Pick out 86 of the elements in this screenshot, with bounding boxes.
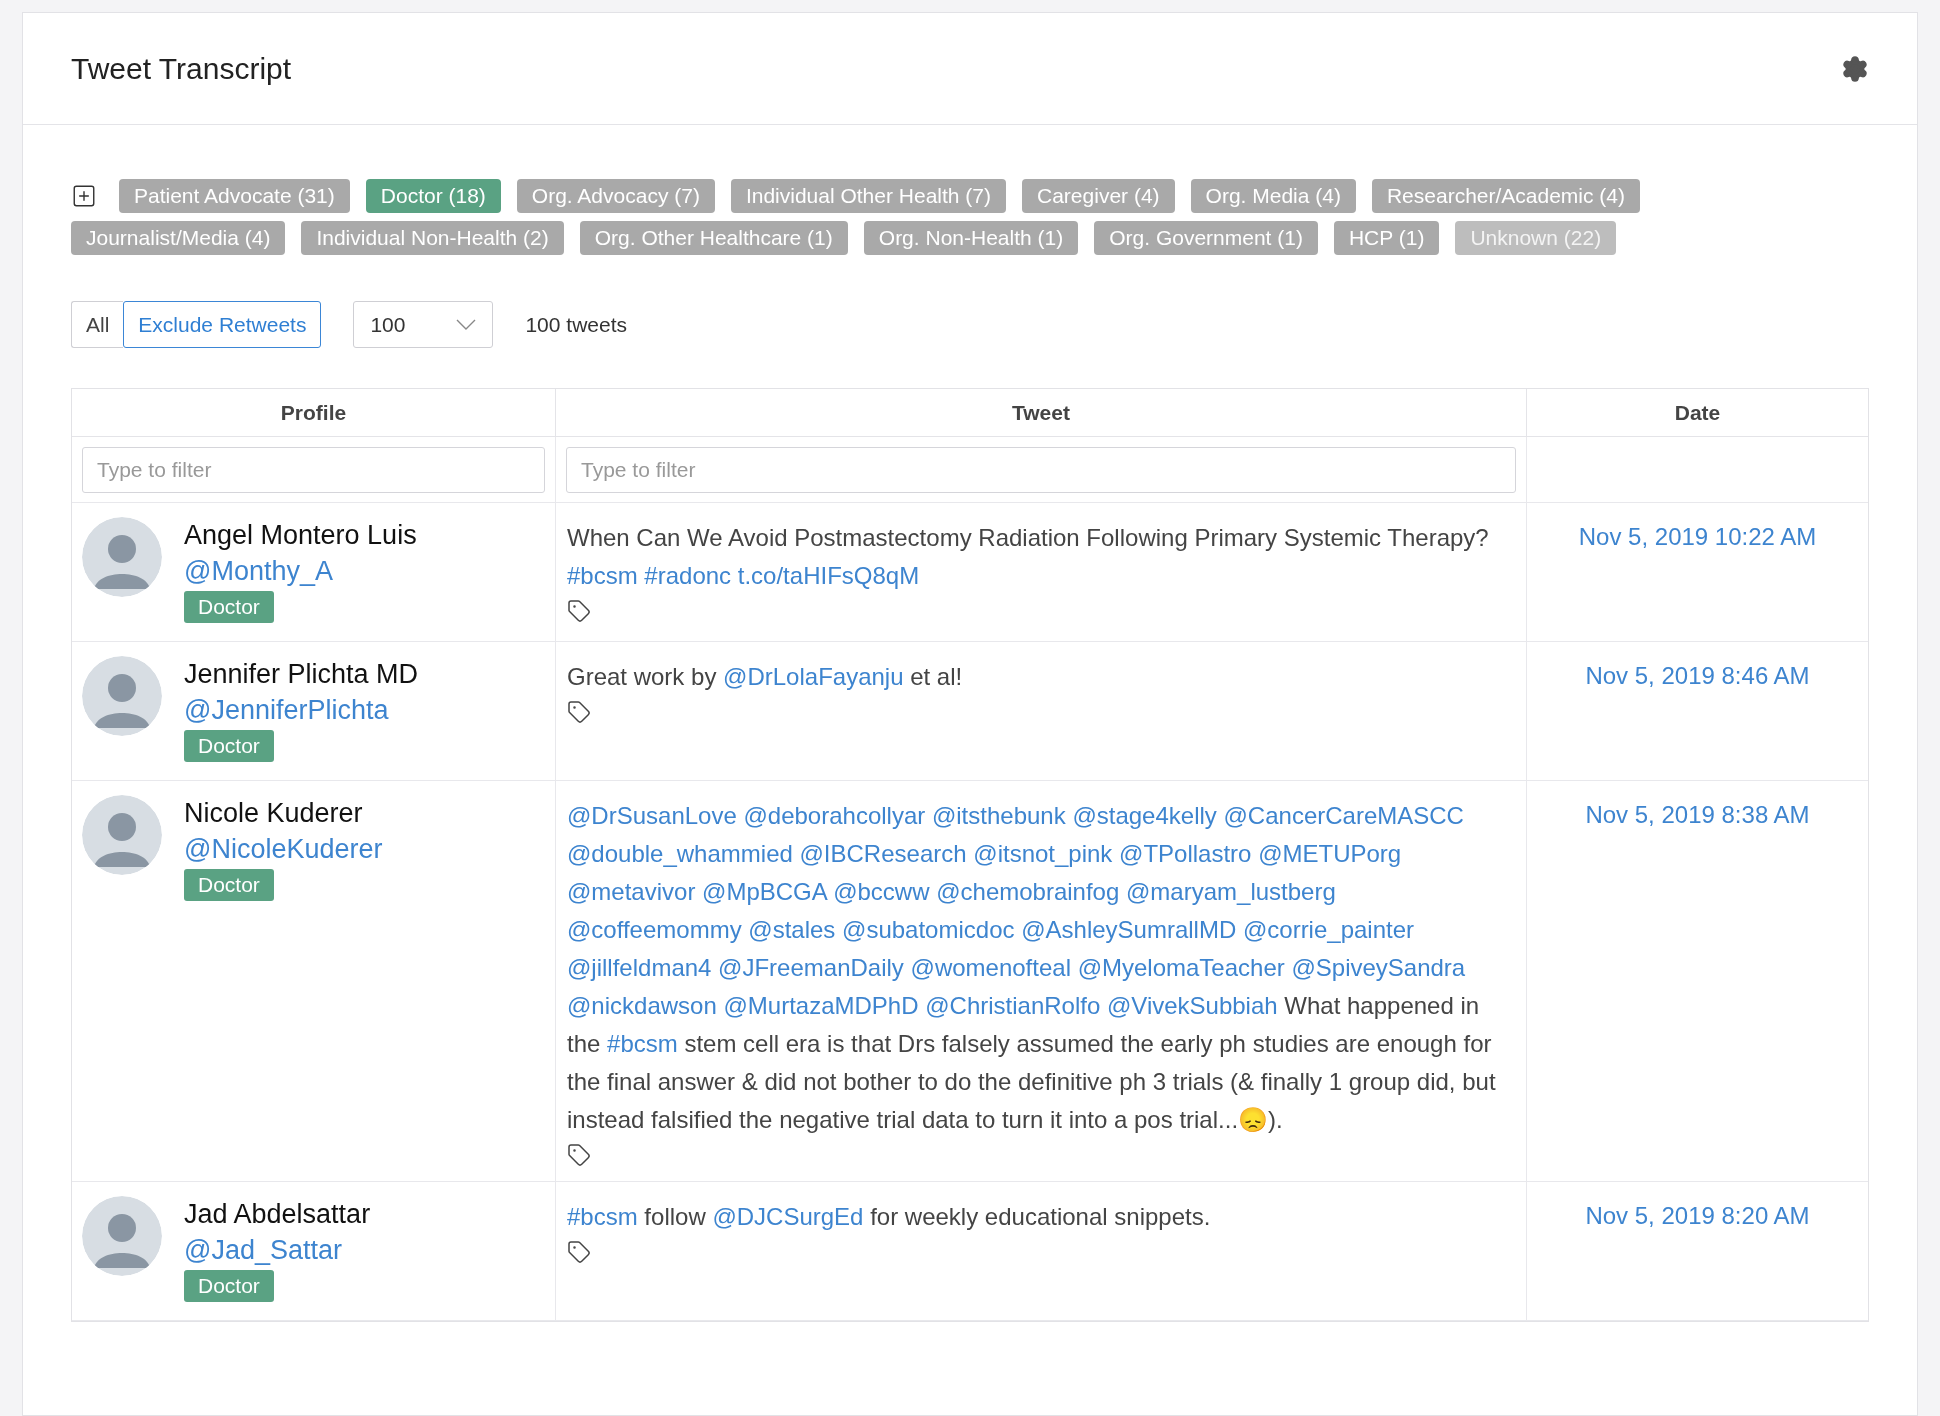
filter-option[interactable]: Exclude Retweets <box>123 301 322 348</box>
tweet-link[interactable]: @CancerCareMASCC <box>1223 802 1464 829</box>
tweet-link[interactable]: @double_whammied <box>567 840 793 867</box>
tweet-link[interactable]: #radonc <box>644 562 732 589</box>
role-tag: Doctor <box>184 869 274 901</box>
tweet-link[interactable]: @subatomicdoc <box>842 916 1015 943</box>
tweet-link[interactable]: @deborahcollyar <box>743 802 926 829</box>
category-tag[interactable]: Individual Other Health (7) <box>730 179 1006 213</box>
tweet-text: Great work by @DrLolaFayanju et al! <box>567 662 964 692</box>
filter-field[interactable]: Type to filter <box>566 446 1516 493</box>
tweet-text: @DrSusanLove @deborahcollyar @itsthebunk @stage4kelly @CancerCareMASCC @double_whammied @IBCResearch @itsnot_pink @TPollastro @METUPorg @metavivor @MpBCGA @bccww @chemobrainfog @maryam_lustberg @coffeemommy @stales @subatomicdoc @AshleySumrallMD @corrie_painter @jillfeldman4 @JFreemanDaily @womenofteal @MyelomaTeacher @SpiveySandra @nickdawson @MurtazaMDPhD @ChristianRolfo @VivekSubbiah What happened in the #bcsm stem cell era is that Drs falsely assumed the early ph studies are enough for the final answer & did not bother to do the definitive ph 3 trials (& finally 1 group did, but instead falsified the negative trial data to turn it into a pos trial...😞). <box>567 801 1497 1135</box>
filter-option[interactable]: All <box>71 301 124 348</box>
tweet-link[interactable]: #bcsm <box>607 1030 678 1057</box>
tweet-link[interactable]: @IBCResearch <box>799 840 967 867</box>
role-tag: Doctor <box>184 591 274 623</box>
tweet-link[interactable]: t.co/taHIFsQ8qM <box>737 562 920 589</box>
column-header[interactable]: Profile <box>72 389 556 436</box>
expand-icon[interactable] <box>71 183 97 209</box>
category-tag[interactable]: Patient Advocate (31) <box>119 179 350 213</box>
tweet-count: 100 tweets <box>525 311 627 338</box>
tweet-link[interactable]: @chemobrainfog <box>936 878 1120 905</box>
column-header[interactable]: Tweet <box>556 389 1527 436</box>
profile-name: Angel Montero Luis <box>184 519 417 552</box>
profile-handle[interactable]: @Monthy_A <box>184 553 333 589</box>
page-size-select[interactable]: 100 <box>353 301 494 348</box>
chevron-down-icon <box>456 319 477 330</box>
tag-icon[interactable] <box>567 599 591 623</box>
tweet-link[interactable]: @DrSusanLove <box>567 802 737 829</box>
tweet-text: When Can We Avoid Postmastectomy Radiation Following Primary Systemic Therapy? #bcsm #radonc t.co/taHIFsQ8qM <box>567 523 1490 591</box>
profile-handle[interactable]: @JenniferPlichta <box>184 692 389 728</box>
tweet-link[interactable]: @itsnot_pink <box>973 840 1113 867</box>
profile-name: Jennifer Plichta MD <box>184 658 419 691</box>
tweet-link[interactable]: @MpBCGA <box>702 878 827 905</box>
category-tag[interactable]: Researcher/Academic (4) <box>1371 179 1641 213</box>
tag-icon[interactable] <box>567 700 591 724</box>
page-title: Tweet Transcript <box>71 51 292 87</box>
category-tag[interactable]: Journalist/Media (4) <box>71 221 286 255</box>
role-tag: Doctor <box>184 1270 274 1302</box>
category-tag[interactable]: Org. Non-Health (1) <box>863 221 1079 255</box>
tweet-link[interactable]: @itsthebunk <box>931 802 1066 829</box>
tweet-date[interactable]: Nov 5, 2019 10:22 AM <box>1578 519 1817 641</box>
column-header[interactable]: Date <box>1527 389 1868 436</box>
tweet-link[interactable]: @jillfeldman4 <box>567 954 712 981</box>
category-tag[interactable]: HCP (1) <box>1333 221 1440 255</box>
tweet-link[interactable]: @coffeemommy <box>567 916 742 943</box>
category-tag[interactable]: Caregiver (4) <box>1022 179 1175 213</box>
tweet-link[interactable]: @womenofteal <box>910 954 1071 981</box>
category-tag[interactable]: Org. Media (4) <box>1190 179 1356 213</box>
tweet-link[interactable]: @DrLolaFayanju <box>723 663 904 690</box>
tweet-date[interactable]: Nov 5, 2019 8:20 AM <box>1585 1198 1810 1320</box>
tweet-link[interactable]: @corrie_painter <box>1242 916 1415 943</box>
tweet-link[interactable]: @stales <box>748 916 836 943</box>
profile-name: Jad Abdelsattar <box>184 1198 371 1231</box>
profile-name: Nicole Kuderer <box>184 797 363 830</box>
tweet-link[interactable]: @ChristianRolfo <box>925 992 1101 1019</box>
tweet-date[interactable]: Nov 5, 2019 8:38 AM <box>1585 797 1810 1181</box>
tweet-link[interactable]: @AshleySumrallMD <box>1021 916 1237 943</box>
tweet-link[interactable]: @metavivor <box>567 878 696 905</box>
profile-handle[interactable]: @NicoleKuderer <box>184 831 383 867</box>
tweet-link[interactable]: @MyelomaTeacher <box>1077 954 1285 981</box>
tweet-link[interactable]: @JFreemanDaily <box>718 954 904 981</box>
tweet-link[interactable]: @TPollastro <box>1119 840 1252 867</box>
category-tag[interactable]: Org. Other Healthcare (1) <box>579 221 848 255</box>
tweet-link[interactable]: @DJCSurgEd <box>712 1203 864 1230</box>
category-tag[interactable]: Org. Advocacy (7) <box>516 179 715 213</box>
category-tag[interactable]: Org. Government (1) <box>1094 221 1318 255</box>
tweet-link[interactable]: #bcsm <box>567 1203 638 1230</box>
filter-field[interactable]: Type to filter <box>82 446 545 493</box>
tweet-link[interactable]: @maryam_lustberg <box>1126 878 1336 905</box>
category-tag[interactable]: Doctor (18) <box>365 179 501 213</box>
category-tag[interactable]: Individual Non-Health (2) <box>301 221 564 255</box>
tweet-link[interactable]: @stage4kelly <box>1072 802 1217 829</box>
tweet-text: #bcsm follow @DJCSurgEd for weekly educational snippets. <box>567 1202 1212 1232</box>
tweet-link[interactable]: @VivekSubbiah <box>1106 992 1278 1019</box>
role-tag: Doctor <box>184 730 274 762</box>
tweet-date[interactable]: Nov 5, 2019 8:46 AM <box>1585 658 1810 780</box>
tweet-link[interactable]: @METUPorg <box>1258 840 1402 867</box>
tweet-link[interactable]: @SpiveySandra <box>1291 954 1466 981</box>
tweet-link[interactable]: @bccww <box>833 878 930 905</box>
tag-icon[interactable] <box>567 1143 591 1167</box>
tweet-link[interactable]: @nickdawson <box>567 992 717 1019</box>
tweet-link[interactable]: @MurtazaMDPhD <box>723 992 919 1019</box>
profile-handle[interactable]: @Jad_Sattar <box>184 1232 342 1268</box>
settings-icon[interactable] <box>1841 54 1869 83</box>
tweet-link[interactable]: #bcsm <box>567 562 638 589</box>
tag-icon[interactable] <box>567 1240 591 1264</box>
